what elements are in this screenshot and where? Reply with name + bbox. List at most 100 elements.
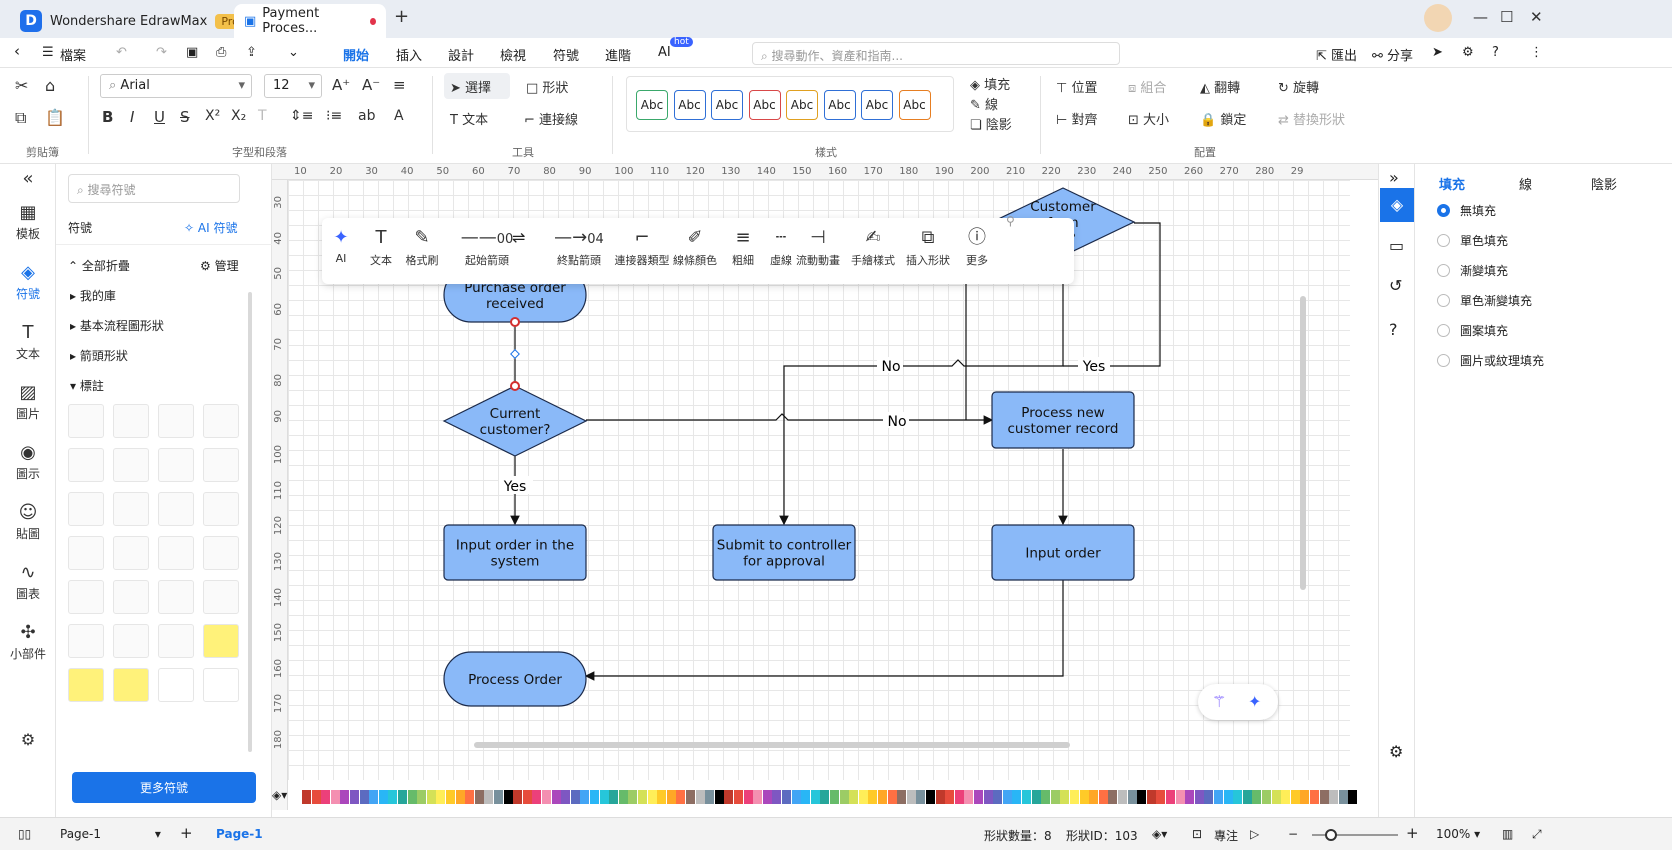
color-swatch[interactable]: [1175, 790, 1185, 804]
color-swatch[interactable]: [1290, 790, 1300, 804]
category-arrow-shapes[interactable]: ▸ 箭頭形狀: [70, 347, 128, 364]
more-icon[interactable]: ⋮: [1530, 45, 1543, 60]
font-size-select[interactable]: 12 ▾: [264, 74, 322, 98]
back-icon[interactable]: ‹: [14, 42, 20, 60]
focus-label[interactable]: 專注: [1214, 827, 1238, 844]
layers-icon[interactable]: ◈▾: [1152, 827, 1167, 841]
color-swatch[interactable]: [1194, 790, 1204, 804]
quick-access-icon[interactable]: ⌄: [288, 45, 299, 60]
color-swatch[interactable]: [830, 790, 839, 804]
flip-button[interactable]: ◭ 翻轉: [1200, 77, 1240, 96]
horizontal-scrollbar[interactable]: [474, 742, 1070, 748]
color-swatch[interactable]: [868, 790, 878, 804]
fill-bucket-icon[interactable]: ◈▾: [272, 788, 287, 802]
callout-symbol-thumb[interactable]: [68, 580, 104, 614]
color-swatch[interactable]: [1271, 790, 1281, 804]
color-swatch[interactable]: [820, 790, 830, 804]
color-swatch[interactable]: [494, 790, 503, 804]
color-swatch[interactable]: [1137, 790, 1147, 804]
color-swatch[interactable]: [753, 790, 763, 804]
style-preset[interactable]: Abc: [636, 90, 668, 120]
color-swatch[interactable]: [1050, 790, 1060, 804]
app-tab[interactable]: D Wondershare EdrawMax Pro: [10, 4, 255, 38]
connector-line[interactable]: [586, 413, 994, 425]
hamburger-icon[interactable]: ☰: [42, 45, 54, 60]
float-tool-line-color[interactable]: ✐ 線條顏色: [670, 224, 720, 268]
color-swatch[interactable]: [551, 790, 561, 804]
color-swatch[interactable]: [388, 790, 398, 804]
callout-symbol-thumb[interactable]: [68, 404, 104, 438]
tab-insert[interactable]: 插入: [396, 45, 422, 64]
nav-icon[interactable]: ◉ 圖示: [0, 442, 56, 482]
float-tool-format-painter[interactable]: ✎ 格式刷: [400, 224, 444, 268]
color-swatch[interactable]: [1310, 790, 1319, 804]
color-swatch[interactable]: [657, 790, 667, 804]
color-swatch[interactable]: [580, 790, 590, 804]
style-preset[interactable]: Abc: [861, 90, 893, 120]
subscript-icon[interactable]: X₂: [231, 108, 246, 124]
maximize-icon[interactable]: ☐: [1500, 8, 1513, 26]
color-swatch[interactable]: [926, 790, 935, 804]
color-swatch[interactable]: [810, 790, 820, 804]
callout-symbol-thumb[interactable]: [203, 624, 239, 658]
page-select[interactable]: Page-1 ▾: [60, 827, 161, 841]
color-swatch[interactable]: [1022, 790, 1031, 804]
settings-icon[interactable]: ⚙: [1462, 45, 1474, 60]
color-swatch[interactable]: [1348, 790, 1358, 804]
color-swatch[interactable]: [1262, 790, 1271, 804]
callout-symbol-thumb[interactable]: [203, 404, 239, 438]
zoom-slider-thumb[interactable]: [1325, 829, 1337, 841]
connector-handle[interactable]: [510, 317, 520, 327]
color-swatch[interactable]: [398, 790, 407, 804]
document-tab[interactable]: ▣ Payment Proces...: [234, 4, 386, 38]
zoom-out-icon[interactable]: −: [1288, 827, 1298, 841]
color-swatch[interactable]: [474, 790, 484, 804]
cut-icon[interactable]: ✂: [15, 76, 28, 95]
callout-symbol-thumb[interactable]: [68, 624, 104, 658]
magic-wand-icon[interactable]: ⚚: [1212, 692, 1226, 711]
zoom-in-icon[interactable]: +: [1406, 824, 1419, 842]
paste-icon[interactable]: 📋: [45, 108, 65, 127]
fill-option[interactable]: 圖案填充: [1437, 322, 1508, 339]
style-preset[interactable]: Abc: [711, 90, 743, 120]
float-tool-end-arrow[interactable]: —→04 終點箭頭: [544, 224, 614, 268]
color-swatch[interactable]: [1031, 790, 1041, 804]
float-tool-connector-type[interactable]: ⌐ 連接器類型: [614, 224, 670, 268]
color-swatch[interactable]: [916, 790, 926, 804]
color-swatch[interactable]: [1233, 790, 1243, 804]
more-symbols-button[interactable]: 更多符號: [72, 772, 256, 803]
align-button[interactable]: ⊢ 對齊: [1056, 109, 1097, 128]
superscript-icon[interactable]: X²: [205, 108, 220, 124]
color-swatch[interactable]: [791, 790, 801, 804]
search-input[interactable]: ⌕ 搜尋動作、資產和指南...: [752, 42, 1120, 65]
float-tool-line-weight[interactable]: ≡ 粗細: [726, 224, 760, 268]
color-swatch[interactable]: [1329, 790, 1339, 804]
connector-line[interactable]: [779, 256, 1064, 526]
callout-symbol-thumb[interactable]: [203, 448, 239, 482]
callout-symbol-thumb[interactable]: [68, 492, 104, 526]
tab-advanced[interactable]: 進階: [605, 45, 631, 64]
export-button[interactable]: ⇱ 匯出: [1316, 45, 1357, 64]
color-swatch[interactable]: [906, 790, 916, 804]
line-button[interactable]: ✎ 線: [970, 94, 998, 113]
font-color-icon[interactable]: A: [394, 108, 404, 124]
color-swatch[interactable]: [945, 790, 955, 804]
text-case-icon[interactable]: T: [258, 108, 267, 124]
category-callout[interactable]: ▾ 標註: [70, 377, 104, 394]
callout-symbol-thumb[interactable]: [158, 492, 194, 526]
new-tab-button[interactable]: +: [394, 6, 409, 27]
tab-view[interactable]: 檢視: [500, 45, 526, 64]
color-swatch[interactable]: [1041, 790, 1051, 804]
color-swatch[interactable]: [1098, 790, 1108, 804]
book-icon[interactable]: ▥: [1502, 827, 1513, 841]
group-button[interactable]: ⧈ 組合: [1128, 77, 1166, 96]
color-swatch[interactable]: [321, 790, 331, 804]
color-swatch[interactable]: [964, 790, 974, 804]
callout-symbol-thumb[interactable]: [203, 492, 239, 526]
callout-symbol-thumb[interactable]: [158, 448, 194, 482]
float-tool-ai[interactable]: ✦ AI: [326, 224, 356, 265]
collapse-all-button[interactable]: ⌃ 全部折疊: [68, 257, 130, 274]
category-basic-flowchart[interactable]: ▸ 基本流程圖形狀: [70, 317, 164, 334]
color-swatch[interactable]: [513, 790, 523, 804]
color-swatch[interactable]: [1156, 790, 1166, 804]
